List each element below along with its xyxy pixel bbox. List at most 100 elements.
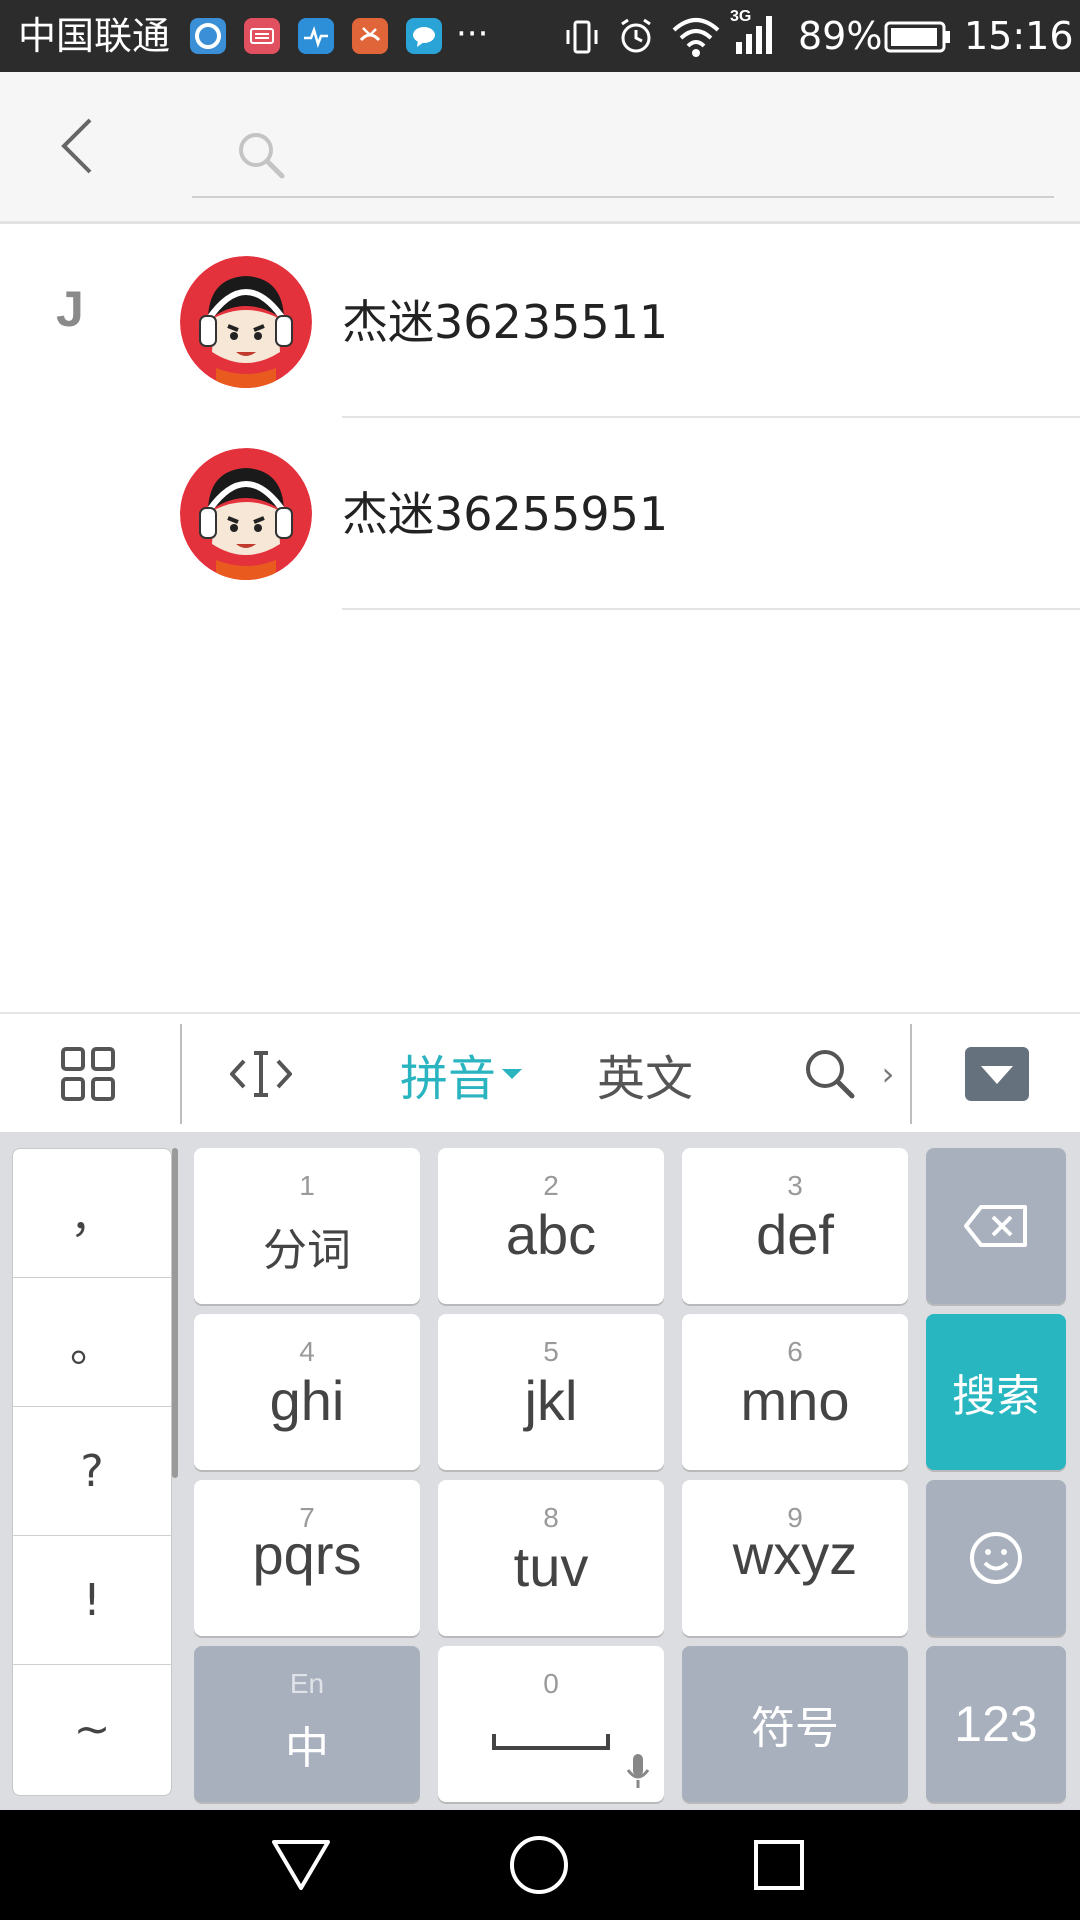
clock: 15:16 xyxy=(964,14,1074,58)
search-key[interactable]: 搜索 xyxy=(926,1314,1066,1470)
health-notification-icon xyxy=(298,18,334,54)
punctuation-scrollbar[interactable] xyxy=(172,1148,178,1478)
hide-keyboard-button[interactable] xyxy=(962,1014,1032,1134)
text-cursor-icon xyxy=(230,1051,292,1097)
contact-name: 杰迷36255951 xyxy=(342,487,669,541)
message-notification-icon xyxy=(406,18,442,54)
keyboard: ， 。 ? ! ~ 1 分词 2 abc 3 def 4 ghi 5 jkl 6… xyxy=(0,1134,1080,1810)
key-number: 2 xyxy=(543,1170,559,1201)
network-type-label: 3G xyxy=(730,8,752,25)
space-key[interactable]: 0 xyxy=(438,1646,664,1802)
triangle-back-icon xyxy=(272,1840,330,1890)
search-icon xyxy=(239,133,285,179)
carrier-label: 中国联通 xyxy=(18,14,171,58)
cellular-signal-icon: 3G xyxy=(730,8,782,58)
key-8[interactable]: 8 tuv xyxy=(438,1480,664,1636)
search-key-label: 搜索 xyxy=(952,1371,1040,1422)
collapse-keyboard-icon xyxy=(965,1047,1029,1101)
key-number: 3 xyxy=(787,1170,803,1201)
key-label: mno xyxy=(740,1369,850,1432)
microphone-icon xyxy=(626,1754,650,1788)
battery-icon xyxy=(884,20,952,54)
key-label: 分词 xyxy=(263,1225,351,1276)
ime-toolbar: 拼音 英文 › xyxy=(0,1012,1080,1134)
search-input[interactable] xyxy=(192,118,1054,198)
symbol-key[interactable]: 符号 xyxy=(682,1646,908,1802)
square-recents-icon xyxy=(754,1840,804,1890)
grid-icon xyxy=(61,1047,115,1101)
key-number: 4 xyxy=(299,1336,315,1367)
key-5[interactable]: 5 jkl xyxy=(438,1314,664,1470)
key-9[interactable]: 9 wxyz xyxy=(682,1480,908,1636)
key-number: 8 xyxy=(543,1502,559,1533)
chevron-right-icon: › xyxy=(881,1055,895,1093)
key-number: 6 xyxy=(787,1336,803,1367)
alarm-icon xyxy=(616,16,656,56)
circle-home-icon xyxy=(510,1836,568,1894)
key-number: 0 xyxy=(543,1668,559,1699)
numeric-key[interactable]: 123 xyxy=(926,1646,1066,1802)
key-label: wxyz xyxy=(732,1523,858,1586)
chevron-left-icon xyxy=(61,118,92,174)
backspace-button[interactable] xyxy=(926,1148,1066,1304)
backspace-icon xyxy=(964,1205,1027,1247)
home-nav-button[interactable] xyxy=(504,1830,574,1900)
key-number: 5 xyxy=(543,1336,559,1367)
space-bar-icon xyxy=(492,1734,610,1750)
contact-item[interactable]: 杰迷36255951 xyxy=(0,418,1080,610)
contact-item[interactable]: 杰迷36235511 xyxy=(0,226,1080,418)
punctuation-list[interactable]: ， 。 ? ! ~ xyxy=(12,1148,172,1796)
key-1[interactable]: 1 分词 xyxy=(194,1148,420,1304)
key-label: def xyxy=(756,1203,834,1266)
punctuation-key[interactable]: ， xyxy=(13,1149,171,1278)
browser-notification-icon xyxy=(190,18,226,54)
keyboard-notification-icon xyxy=(244,18,280,54)
language-switch-key[interactable]: En 中 xyxy=(194,1646,420,1802)
more-notifications-icon: ··· xyxy=(456,14,489,54)
search-header xyxy=(0,72,1080,224)
key-label: 符号 xyxy=(751,1703,839,1754)
dropdown-triangle-icon xyxy=(502,1069,522,1079)
key-label: pqrs xyxy=(252,1523,362,1586)
english-label: 英文 xyxy=(596,1051,693,1107)
cursor-edit-button[interactable] xyxy=(218,1014,304,1134)
key-number: 1 xyxy=(299,1170,315,1201)
punctuation-key[interactable]: 。 xyxy=(13,1278,171,1407)
divider xyxy=(180,1024,182,1124)
key-3[interactable]: 3 def xyxy=(682,1148,908,1304)
divider xyxy=(342,608,1080,610)
smiley-icon xyxy=(970,1532,1022,1584)
ime-menu-button[interactable] xyxy=(40,1014,136,1134)
avatar xyxy=(180,256,312,388)
back-button[interactable] xyxy=(40,106,120,186)
key-label: jkl xyxy=(524,1369,578,1432)
back-nav-button[interactable] xyxy=(266,1830,336,1900)
key-6[interactable]: 6 mno xyxy=(682,1314,908,1470)
battery-percent: 89% xyxy=(798,14,883,58)
punctuation-key[interactable]: ? xyxy=(13,1407,171,1536)
divider xyxy=(910,1024,912,1124)
key-label: 123 xyxy=(954,1696,1038,1752)
punctuation-key[interactable]: ~ xyxy=(13,1665,171,1794)
ime-search-button[interactable] xyxy=(798,1014,862,1134)
key-secondary-label: En xyxy=(289,1668,325,1699)
search-icon xyxy=(806,1050,855,1099)
wifi-icon xyxy=(670,14,722,58)
recents-nav-button[interactable] xyxy=(744,1830,814,1900)
punctuation-key[interactable]: ! xyxy=(13,1536,171,1665)
pinyin-label: 拼音 xyxy=(399,1051,496,1107)
search-text-field[interactable] xyxy=(302,118,1042,196)
navigation-bar xyxy=(0,1810,1080,1920)
key-2[interactable]: 2 abc xyxy=(438,1148,664,1304)
key-4[interactable]: 4 ghi xyxy=(194,1314,420,1470)
toolbar-scroll-arrow[interactable]: › xyxy=(874,1014,902,1134)
key-label: ghi xyxy=(269,1369,345,1432)
missed-call-icon xyxy=(352,18,388,54)
emoji-button[interactable] xyxy=(926,1480,1066,1636)
key-7[interactable]: 7 pqrs xyxy=(194,1480,420,1636)
english-mode-button[interactable]: 英文 xyxy=(590,1014,700,1134)
pinyin-mode-button[interactable]: 拼音 xyxy=(392,1014,532,1134)
key-label: abc xyxy=(505,1203,597,1266)
contact-name: 杰迷36235511 xyxy=(342,295,669,349)
vibrate-icon xyxy=(562,18,602,56)
